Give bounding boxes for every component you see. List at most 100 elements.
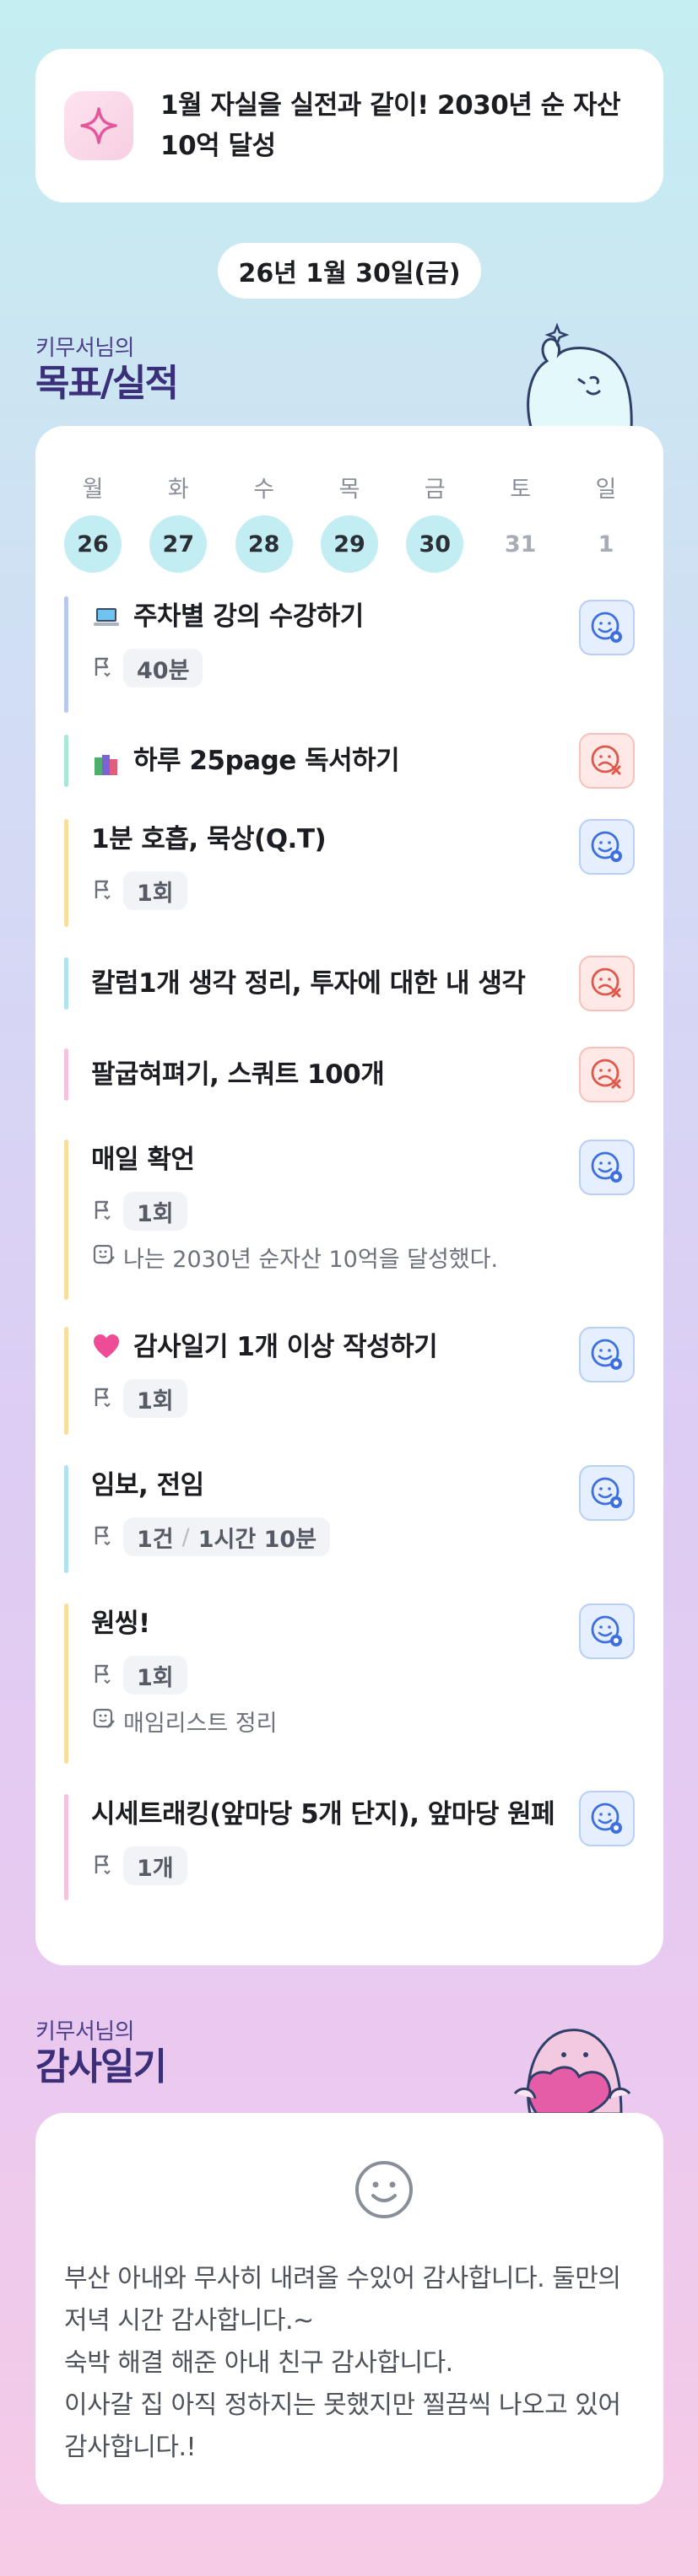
day-date: 26: [64, 515, 122, 573]
goal-note-text: 나는 2030년 순자산 10억을 달성했다.: [123, 1247, 499, 1273]
item-color-bar: [64, 1327, 68, 1435]
achieved-status-button[interactable]: [579, 819, 635, 875]
goal-meta: 1개: [91, 1846, 635, 1885]
day-date: 27: [149, 515, 208, 573]
sad-x-icon: [591, 745, 621, 775]
goal-title-text: 임보, 전임: [91, 1470, 204, 1501]
goal-list: 주차별 강의 수강하기 40분 하루 25page 독서하기 1분 호흡, 묵상…: [64, 596, 635, 1900]
day-thu[interactable]: 목 29: [320, 472, 378, 573]
goal-item[interactable]: 감사일기 1개 이상 작성하기 1회: [64, 1327, 635, 1435]
achieved-status-button[interactable]: [579, 1465, 635, 1521]
goals-section-title: 목표/실적: [35, 362, 179, 405]
goal-title-text: 1분 호흡, 묵상(Q.T): [91, 824, 327, 854]
goal-item[interactable]: 팔굽혀펴기, 스쿼트 100개: [64, 1047, 635, 1102]
failed-status-button[interactable]: [579, 1047, 635, 1102]
goal-item[interactable]: 1분 호흡, 묵상(Q.T) 1회: [64, 819, 635, 927]
day-mon[interactable]: 월 26: [64, 472, 122, 573]
mascot-heart-character: [513, 2029, 631, 2114]
day-date: 29: [320, 515, 378, 573]
day-sun[interactable]: 일1: [577, 472, 635, 573]
day-name: 월: [82, 477, 104, 503]
achieved-status-button[interactable]: [579, 1140, 635, 1195]
goal-meta: 1회: [91, 1379, 635, 1418]
goal-item-title: 매일 확언: [91, 1140, 577, 1180]
smile-check-icon: [591, 1803, 622, 1834]
goal-item[interactable]: 시세트래킹(앞마당 5개 단지), 앞마당 원페 1개: [64, 1791, 635, 1900]
item-color-bar: [64, 1794, 68, 1900]
smile-icon: [355, 2161, 413, 2218]
day-name: 수: [253, 477, 275, 503]
goal-title-text: 하루 25page 독서하기: [133, 746, 400, 776]
goal-title-text: 매일 확언: [91, 1145, 195, 1175]
goal-item-title: 팔굽혀펴기, 스쿼트 100개: [91, 1048, 577, 1101]
goal-title-text: 감사일기 1개 이상 작성하기: [133, 1332, 438, 1362]
goal-banner[interactable]: 1월 자실을 실전과 같이! 2030년 순 자산 10억 달성: [35, 49, 663, 202]
item-color-bar: [64, 596, 68, 713]
goal-title-text: 칼럼1개 생각 정리, 투자에 대한 내 생각: [91, 968, 526, 999]
goal-item-title: 원씽!: [91, 1603, 577, 1644]
smile-check-icon: [591, 1477, 622, 1508]
day-sat[interactable]: 토 31: [492, 472, 549, 573]
day-date: 30: [406, 515, 464, 573]
goal-title-text: 시세트래킹(앞마당 5개 단지), 앞마당 원페: [91, 1799, 555, 1830]
goal-meta: 1회: [91, 1656, 635, 1695]
failed-status-button[interactable]: [579, 733, 635, 789]
books-icon: [91, 746, 122, 776]
goal-amount: 40분: [123, 649, 203, 687]
smile-check-icon: [591, 831, 622, 862]
day-name: 토: [510, 477, 532, 503]
achieved-status-button[interactable]: [579, 600, 635, 655]
goals-card: 월 26 화 27 수 28 목 29 금 30 토 31 일1 주차별 강의 수강하기 4…: [35, 426, 663, 1965]
goal-amount: 1건 / 1시간 10분: [123, 1517, 331, 1556]
goal-amount: 1회: [123, 1656, 187, 1695]
goal-meta: 1회: [91, 871, 635, 910]
goal-item[interactable]: 매일 확언 1회 나는 2030년 순자산 10억을 달성했다.: [64, 1140, 635, 1300]
day-name: 목: [338, 477, 360, 503]
goal-item[interactable]: 임보, 전임 1건 / 1시간 10분: [64, 1465, 635, 1573]
goal-item-title: 감사일기 1개 이상 작성하기: [91, 1327, 577, 1367]
goal-title-text: 원씽!: [91, 1609, 150, 1639]
item-color-bar: [64, 1140, 68, 1300]
failed-status-button[interactable]: [579, 956, 635, 1011]
goal-amount: 1회: [123, 1379, 187, 1418]
flag-icon: [91, 1852, 115, 1879]
day-date: 28: [235, 515, 293, 573]
day-date: 1: [598, 531, 614, 558]
goal-item-title: 임보, 전임: [91, 1465, 577, 1506]
day-name: 화: [167, 477, 189, 503]
goal-meta: 1회: [91, 1192, 635, 1231]
day-tue[interactable]: 화 27: [149, 472, 208, 573]
goal-amount: 1회: [123, 871, 187, 910]
goal-count: 1건: [137, 1526, 174, 1553]
goal-item-title: 주차별 강의 수강하기: [91, 596, 577, 637]
goal-item[interactable]: 주차별 강의 수강하기 40분: [64, 596, 635, 713]
achieved-status-button[interactable]: [579, 1603, 635, 1659]
item-color-bar: [64, 957, 68, 1010]
day-fri[interactable]: 금 30: [406, 472, 464, 573]
achieved-status-button[interactable]: [579, 1327, 635, 1382]
achieved-status-button[interactable]: [579, 1791, 635, 1846]
memo-icon: [91, 1242, 116, 1273]
item-color-bar: [64, 1048, 68, 1101]
item-color-bar: [64, 735, 68, 787]
gratitude-diary-text: 부산 아내와 무사히 내려올 수있어 감사합니다. 둘만의 저녁 시간 감사합니…: [64, 2264, 621, 2462]
date-label[interactable]: 26년 1월 30일(금): [218, 243, 481, 299]
goal-item-title: 하루 25page 독서하기: [91, 735, 577, 787]
goal-note: 매임리스트 정리: [91, 1705, 635, 1738]
goal-amount: 1개: [123, 1846, 187, 1885]
goal-item[interactable]: 칼럼1개 생각 정리, 투자에 대한 내 생각: [64, 956, 635, 1011]
goal-item-title: 1분 호흡, 묵상(Q.T): [91, 819, 577, 860]
goal-item[interactable]: 하루 25page 독서하기: [64, 733, 635, 789]
goal-item-title: 칼럼1개 생각 정리, 투자에 대한 내 생각: [91, 957, 577, 1010]
goal-item[interactable]: 원씽! 1회 매임리스트 정리: [64, 1603, 635, 1764]
goal-item-title: 시세트래킹(앞마당 5개 단지), 앞마당 원페: [91, 1794, 589, 1835]
sad-x-icon: [591, 967, 621, 998]
flag-icon: [91, 1523, 115, 1550]
laptop-icon: [91, 601, 122, 632]
memo-icon: [91, 1706, 116, 1737]
goal-meta: 40분: [91, 649, 635, 687]
flag-icon: [91, 655, 115, 682]
goal-duration: 1시간 10분: [197, 1526, 317, 1553]
day-wed[interactable]: 수 28: [235, 472, 293, 573]
day-name: 금: [424, 477, 446, 503]
